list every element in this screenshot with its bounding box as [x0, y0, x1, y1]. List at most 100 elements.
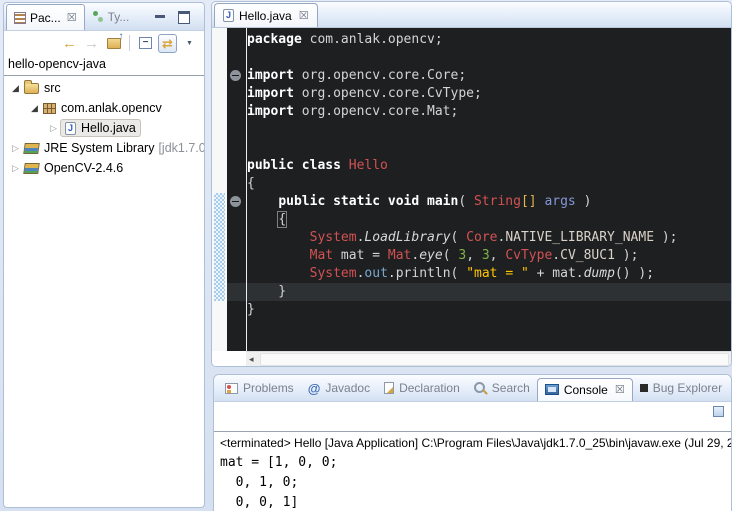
scrollbar-thumb[interactable]: [260, 353, 729, 366]
console-output-line: 0, 0, 1]: [220, 493, 731, 511]
code-line: [247, 121, 731, 139]
code-line: package com.anlak.opencv;: [247, 31, 731, 49]
console-output-line: 0, 1, 0;: [220, 473, 731, 493]
tab-hello-java[interactable]: J Hello.java ☒: [214, 3, 318, 27]
package-folder-icon: [24, 83, 39, 94]
code-line: }: [247, 301, 731, 319]
tab-problems[interactable]: Problems: [218, 375, 301, 401]
code-line: Mat mat = Mat.eye( 3, 3, CvType.CV_8UC1 …: [247, 247, 731, 265]
package-explorer-panel: Pac... ☒ Ty... ← → ↑ − ⇄ ▼ hello-opencv-…: [3, 2, 205, 508]
plugin-square-icon: [640, 384, 648, 392]
expand-arrow-icon[interactable]: ▷: [47, 123, 60, 134]
project-tree: ◢src◢com.anlak.opencv▷JHello.java▷JRE Sy…: [4, 76, 204, 178]
horizontal-scrollbar[interactable]: ◂: [246, 351, 731, 367]
minimize-icon[interactable]: [155, 15, 165, 18]
view-menu-icon: ▼: [186, 40, 193, 47]
library-icon: [23, 143, 40, 154]
forward-arrow-icon: →: [84, 36, 99, 51]
tree-item-content: JRE System Library [jdk1.7.0_25]: [22, 141, 204, 155]
code-line: public class Hello: [247, 157, 731, 175]
tree-item-content: src: [22, 81, 61, 95]
tab-javadoc[interactable]: @ Javadoc: [301, 375, 377, 401]
tab-search[interactable]: Search: [467, 375, 537, 401]
code-line: System.out.println( "mat = " + mat.dump(…: [247, 265, 731, 283]
tab-label: Ty...: [108, 10, 130, 24]
tab-bug-explorer[interactable]: Bug Explorer: [633, 375, 729, 401]
tab-label: Problems: [243, 381, 294, 395]
editor-tab-label: Hello.java: [239, 9, 292, 23]
tab-label: Search: [492, 381, 530, 395]
tree-item-content: com.anlak.opencv: [41, 101, 162, 115]
close-icon[interactable]: ☒: [67, 11, 77, 24]
back-button[interactable]: ←: [60, 34, 79, 53]
javadoc-icon: @: [308, 382, 321, 395]
code-line: [247, 139, 731, 157]
back-arrow-icon: ←: [62, 36, 77, 51]
editor-tab-bar: J Hello.java ☒: [212, 2, 731, 28]
annotation-ruler[interactable]: [212, 28, 227, 351]
expand-arrow-icon[interactable]: ▷: [9, 163, 22, 174]
code-line: import org.opencv.core.Core;: [247, 67, 731, 85]
tree-item-label: OpenCV-2.4.6: [44, 161, 123, 175]
problems-icon: [225, 383, 238, 394]
tab-package-explorer[interactable]: Pac... ☒: [6, 4, 85, 30]
tree-item-hello-java[interactable]: ▷JHello.java: [4, 118, 204, 138]
console-toolbar-icon[interactable]: [713, 406, 724, 417]
tree-item-content: OpenCV-2.4.6: [22, 161, 123, 175]
tree-item-label: JRE System Library: [44, 141, 154, 155]
code-editor[interactable]: package com.anlak.opencv; import org.open…: [247, 31, 731, 319]
code-line: }: [247, 283, 731, 301]
console-output-line: mat = [1, 0, 0;: [220, 453, 731, 473]
editor-body: package com.anlak.opencv; import org.open…: [212, 28, 731, 367]
collapse-arrow-icon[interactable]: ◢: [9, 83, 22, 94]
code-line: {: [247, 211, 731, 229]
close-icon[interactable]: ☒: [299, 9, 309, 22]
tab-declaration[interactable]: Declaration: [377, 375, 467, 401]
tree-item-label: src: [44, 81, 61, 95]
library-icon: [23, 163, 40, 174]
explorer-toolbar: ← → ↑ − ⇄ ▼: [4, 31, 204, 55]
fold-collapse-icon[interactable]: [230, 196, 241, 207]
type-hierarchy-icon: [92, 11, 104, 23]
forward-button[interactable]: →: [82, 34, 101, 53]
go-into-folder-icon: ↑: [107, 38, 121, 49]
view-window-buttons: [155, 11, 190, 24]
link-with-editor-button[interactable]: ⇄: [158, 34, 177, 53]
console-view: <terminated> Hello [Java Application] C:…: [214, 431, 731, 511]
view-menu-button[interactable]: ▼: [180, 34, 199, 53]
project-root-label[interactable]: hello-opencv-java: [4, 55, 204, 76]
code-line: [247, 49, 731, 67]
tree-item-opencv-2-4-6[interactable]: ▷ OpenCV-2.4.6: [4, 158, 204, 178]
expand-arrow-icon[interactable]: ▷: [9, 143, 22, 154]
toolbar-separator: [129, 35, 130, 51]
package-icon: [43, 103, 56, 114]
explorer-tab-bar: Pac... ☒ Ty...: [4, 3, 204, 31]
console-icon: [545, 384, 559, 395]
tab-label: Bug Explorer: [653, 381, 722, 395]
code-line: import org.opencv.core.Mat;: [247, 103, 731, 121]
editor-panel: J Hello.java ☒ package com.anlak.opencv;…: [211, 1, 732, 367]
collapse-arrow-icon[interactable]: ◢: [28, 103, 41, 114]
declaration-icon: [384, 382, 394, 394]
java-file-icon: J: [223, 9, 234, 22]
scroll-left-icon[interactable]: ◂: [246, 355, 254, 364]
tree-item-jre-system-library[interactable]: ▷ JRE System Library [jdk1.7.0_25]: [4, 138, 204, 158]
tree-item-com-anlak-opencv[interactable]: ◢ com.anlak.opencv: [4, 98, 204, 118]
code-line: System.LoadLibrary( Core.NATIVE_LIBRARY_…: [247, 229, 731, 247]
tab-label: Console: [564, 383, 608, 397]
tab-type-hierarchy[interactable]: Ty...: [85, 3, 137, 30]
tree-item-label: com.anlak.opencv: [61, 101, 162, 115]
fold-collapse-icon[interactable]: [230, 70, 241, 81]
tab-label: Declaration: [399, 381, 460, 395]
maximize-icon[interactable]: [178, 11, 190, 24]
go-into-button[interactable]: ↑: [104, 34, 123, 53]
console-panel: Problems @ Javadoc Declaration Search Console…: [213, 374, 732, 511]
tree-item-src[interactable]: ◢ src: [4, 78, 204, 98]
tab-console[interactable]: Console ☒: [537, 378, 633, 401]
collapse-all-button[interactable]: −: [136, 34, 155, 53]
console-output[interactable]: mat = [1, 0, 0; 0, 1, 0; 0, 0, 1]: [214, 453, 731, 511]
console-header: <terminated> Hello [Java Application] C:…: [214, 432, 731, 453]
tree-item-suffix: [jdk1.7.0_25]: [158, 141, 204, 155]
close-icon[interactable]: ☒: [615, 383, 625, 396]
tab-label: Javadoc: [325, 381, 370, 395]
